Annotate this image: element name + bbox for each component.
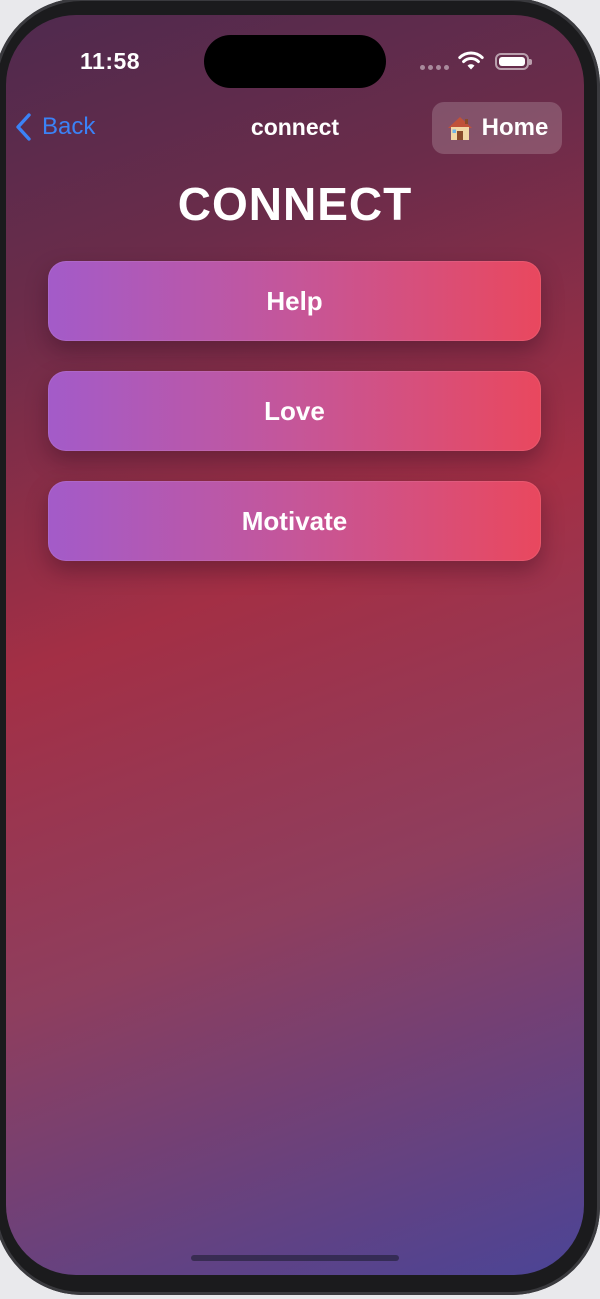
dynamic-island	[204, 35, 386, 88]
page-title: CONNECT	[177, 178, 413, 230]
chevron-left-icon	[16, 113, 31, 141]
back-button-label: Back	[42, 113, 96, 140]
house-icon	[447, 117, 472, 140]
home-button-label: Home	[481, 114, 549, 141]
nav-title: connect	[250, 114, 340, 140]
navigation-bar: Back connect Home	[6, 97, 584, 157]
motivate-button[interactable]: Motivate	[48, 481, 541, 561]
signal-dots-icon	[420, 65, 450, 71]
home-indicator[interactable]	[191, 1255, 399, 1261]
back-button[interactable]: Back	[14, 109, 95, 145]
status-time: 11:58	[80, 48, 141, 74]
app-screen: 11:58 Back connect Home CONNECT Help Lov…	[6, 15, 584, 1275]
wifi-icon	[458, 51, 484, 70]
home-button[interactable]: Home	[432, 102, 562, 154]
battery-icon	[495, 53, 532, 70]
action-button-list: Help Love Motivate	[48, 261, 541, 591]
love-button[interactable]: Love	[48, 371, 541, 451]
help-button[interactable]: Help	[48, 261, 541, 341]
